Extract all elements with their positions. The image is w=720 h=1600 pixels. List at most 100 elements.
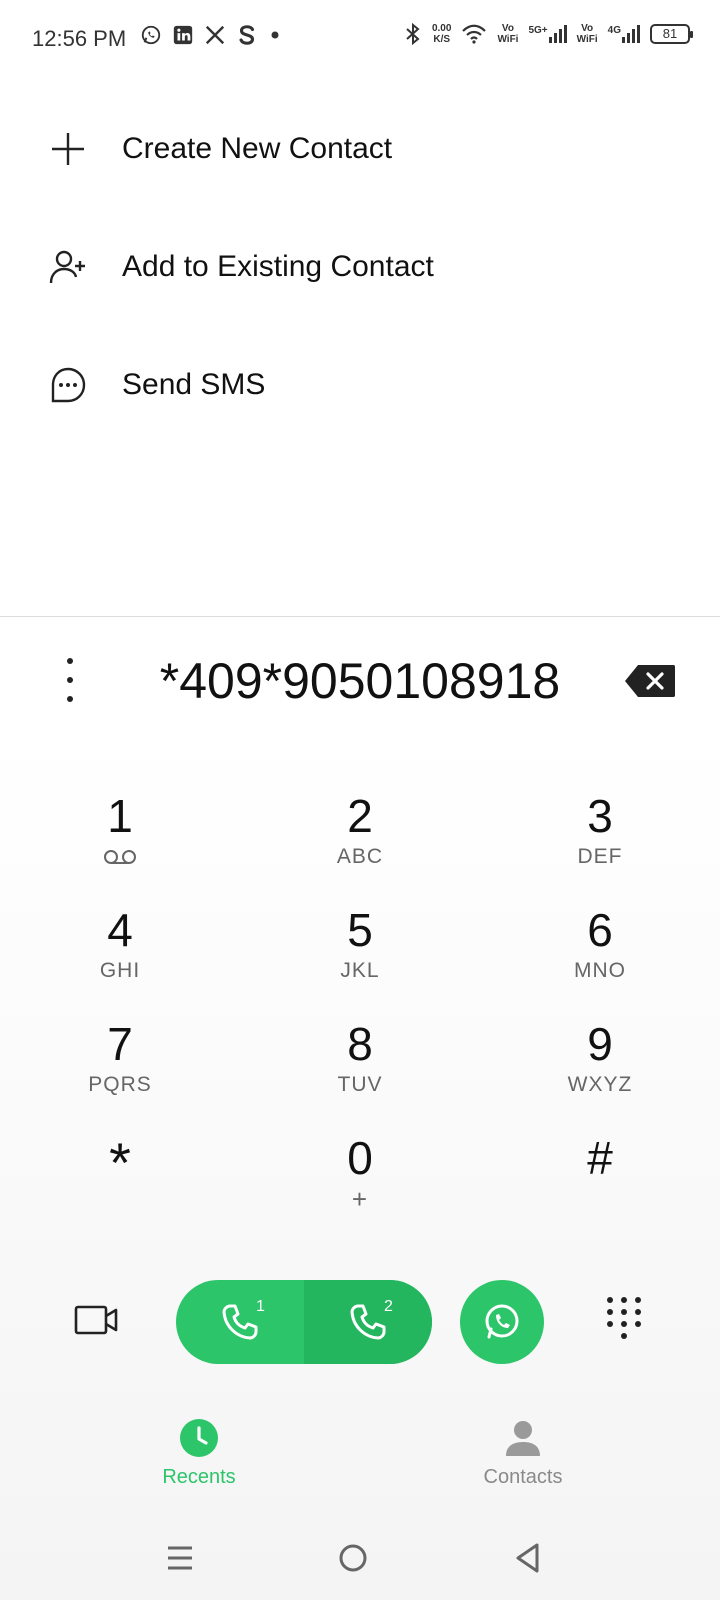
key-5[interactable]: 5 JKL [240,904,480,1018]
signal-bars-icon [622,25,640,43]
home-circle-icon [339,1544,367,1572]
call-sim1-button[interactable]: 1 [176,1280,304,1364]
key-digit: 8 [347,1018,373,1070]
call-sim2-button[interactable]: 2 [304,1280,432,1364]
linkedin-icon [173,25,193,45]
tab-contacts-label: Contacts [483,1466,563,1488]
status-time: 12:56 PM [32,26,127,51]
x-icon [205,25,225,45]
add-to-existing-contact-label: Add to Existing Contact [122,250,434,283]
battery-indicator: 81 [650,24,693,44]
divider [0,616,720,617]
key-1[interactable]: 1 [0,790,240,904]
key-letters: + [351,1184,369,1214]
speed-value: 0.00 [431,23,452,34]
phone-icon [222,1304,258,1340]
more-options-button[interactable] [52,658,88,702]
signal-5g: 5G+ [528,25,567,43]
video-call-icon[interactable] [74,1300,118,1340]
vowifi-sub-2: WiFi [576,34,598,45]
tab-recents[interactable]: Recents [99,1418,299,1489]
key-digit: 0 [347,1132,373,1184]
create-new-contact-label: Create New Contact [122,132,393,165]
key-3[interactable]: 3 DEF [480,790,720,904]
dialed-number[interactable]: *409*9050108918 [110,652,610,710]
vowifi-label-1: Vo [501,23,514,34]
whatsapp-call-button[interactable] [460,1280,544,1364]
more-dot-icon [67,677,73,683]
dialpad-toggle-icon[interactable] [604,1294,644,1346]
backspace-icon[interactable] [624,664,676,698]
key-digit: 3 [587,790,613,842]
key-digit: 6 [587,904,613,956]
bluetooth-icon [406,22,420,46]
tab-contacts[interactable]: Contacts [423,1418,623,1489]
signal-5g-label: 5G+ [528,25,548,36]
keypad-row: 7 PQRS 8 TUV 9 WXYZ [0,1018,720,1132]
signal-4g-label: 4G [607,25,621,36]
vowifi-indicator-1: Vo WiFi [497,23,518,45]
phone-icon [350,1304,386,1340]
key-letters: DEF [577,845,623,868]
notification-icons [140,24,282,46]
menu-icon [168,1546,192,1570]
nav-home-button[interactable] [331,1536,375,1580]
key-6[interactable]: 6 MNO [480,904,720,1018]
create-new-contact-button[interactable]: Create New Contact [0,90,720,208]
number-display-row: *409*9050108918 [0,640,720,720]
key-digit: # [587,1132,613,1184]
add-person-icon [48,247,88,287]
key-letters: WXYZ [567,1073,633,1096]
plus-icon [48,129,88,169]
network-speed: 0.00 K/S [432,23,451,45]
back-triangle-icon [516,1543,539,1573]
key-digit: 7 [107,1018,133,1070]
s-icon [239,25,255,45]
key-letters: PQRS [88,1073,152,1096]
voicemail-icon [104,850,136,864]
key-8[interactable]: 8 TUV [240,1018,480,1132]
vowifi-indicator-2: Vo WiFi [577,23,598,45]
nav-back-button[interactable] [506,1536,550,1580]
contact-actions: Create New Contact Add to Existing Conta… [0,90,720,444]
key-7[interactable]: 7 PQRS [0,1018,240,1132]
nav-menu-button[interactable] [158,1536,202,1580]
status-bar: 12:56 PM 0.00 K/S Vo WiFi 5G+ Vo WiFi 4G… [0,0,720,78]
key-digit: * [109,1131,131,1194]
sim1-label: 1 [256,1298,265,1315]
keypad-row: 1 2 ABC 3 DEF [0,790,720,904]
keypad-row: * 0 + # [0,1132,720,1246]
vowifi-sub-1: WiFi [497,34,519,45]
speed-unit: K/S [433,34,451,45]
key-hash[interactable]: # [480,1132,720,1246]
whatsapp-icon [485,1304,519,1339]
vowifi-label-2: Vo [581,23,594,34]
send-sms-button[interactable]: Send SMS [0,326,720,444]
key-4[interactable]: 4 GHI [0,904,240,1018]
chat-bubble-icon [48,365,88,405]
key-digit: 9 [587,1018,613,1070]
key-digit: 4 [107,904,133,956]
sim2-label: 2 [384,1298,393,1315]
whatsapp-icon [141,25,161,45]
tab-recents-label: Recents [162,1466,236,1488]
key-letters: ABC [336,845,384,868]
bottom-tabs: Recents Contacts [0,1418,720,1508]
clock-icon [180,1419,218,1457]
send-sms-label: Send SMS [122,368,266,401]
dot-icon [271,31,279,39]
more-dot-icon [67,696,73,702]
key-digit: 1 [107,790,133,842]
key-letters: TUV [337,1073,383,1096]
key-star[interactable]: * [0,1132,240,1246]
key-2[interactable]: 2 ABC [240,790,480,904]
key-letters: GHI [99,959,141,982]
add-to-existing-contact-button[interactable]: Add to Existing Contact [0,208,720,326]
key-9[interactable]: 9 WXYZ [480,1018,720,1132]
key-letters: JKL [340,959,380,982]
key-letters: MNO [574,959,626,982]
key-0[interactable]: 0 + [240,1132,480,1246]
person-icon [506,1421,540,1456]
system-indicators: 0.00 K/S Vo WiFi 5G+ Vo WiFi 4G 81 [404,22,693,46]
system-navigation-bar [0,1528,720,1588]
